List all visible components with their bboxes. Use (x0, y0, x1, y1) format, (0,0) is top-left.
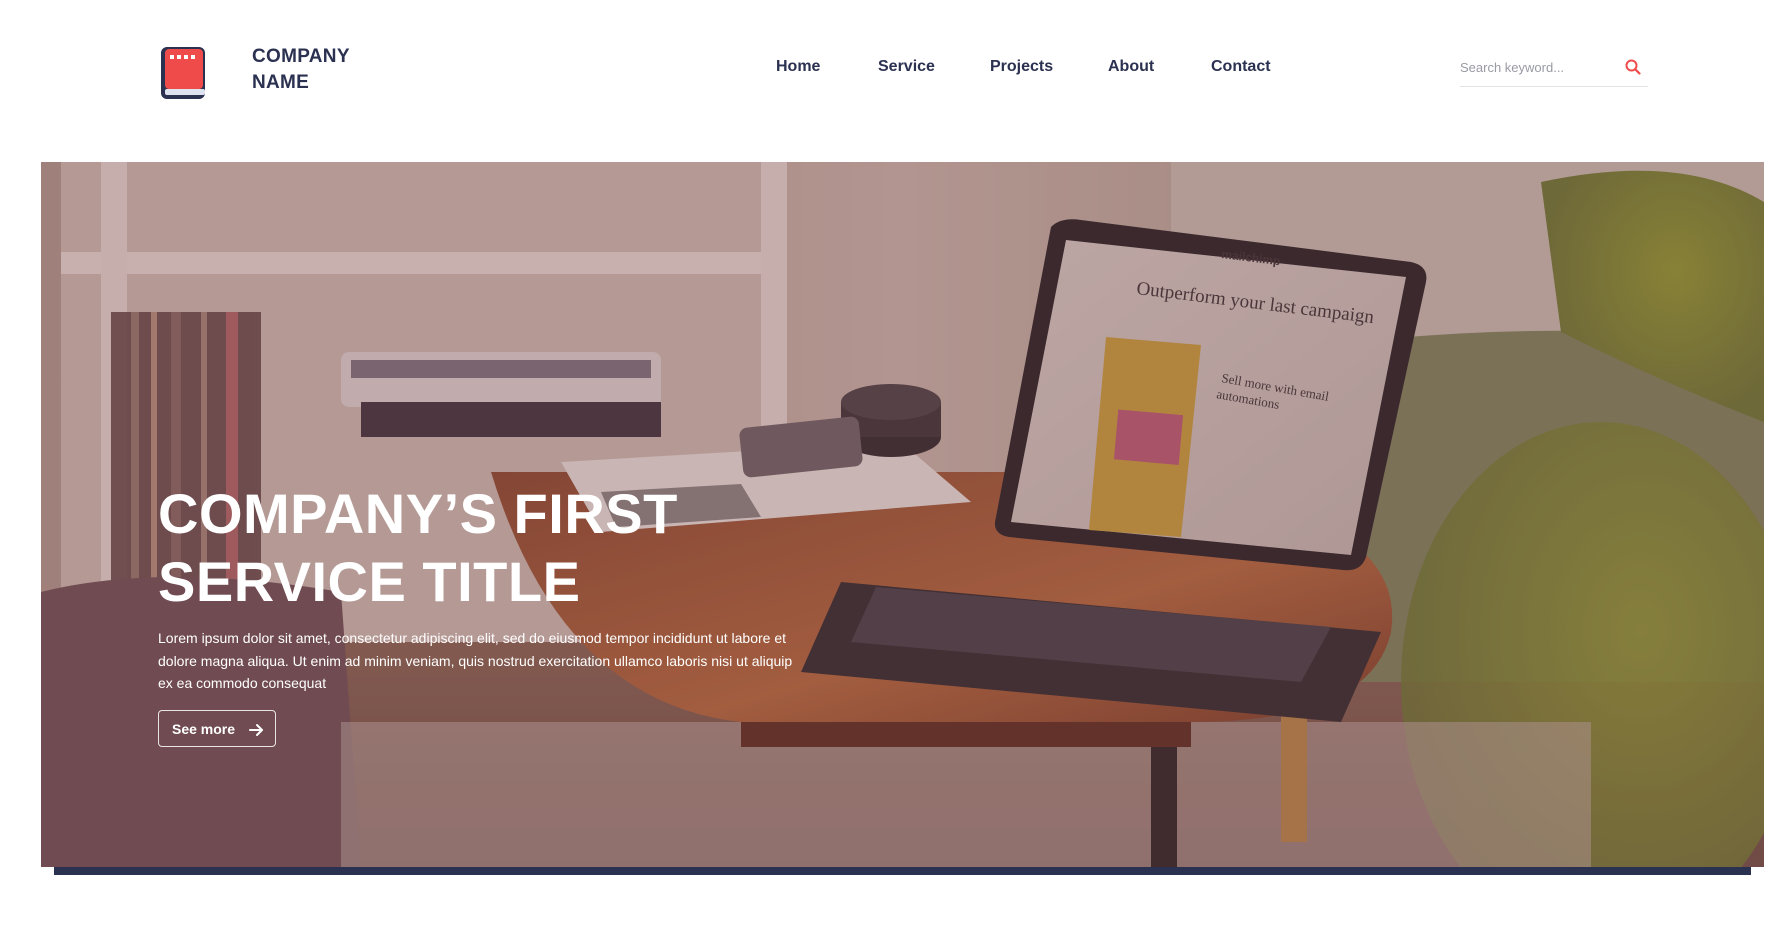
arrow-right-icon (249, 724, 263, 736)
nav-item-home[interactable]: Home (776, 58, 820, 76)
see-more-label: See more (172, 721, 236, 737)
hero-title-line1: COMPANY’S FIRST (158, 482, 678, 545)
hero-bottom-bar (54, 867, 1751, 875)
nav-item-contact[interactable]: Contact (1211, 58, 1271, 76)
search-icon[interactable] (1624, 58, 1642, 76)
company-name-line2: NAME (252, 72, 310, 93)
site-header: COMPANY NAME Home Service Projects About… (0, 0, 1790, 162)
hero-title: COMPANY’S FIRST SERVICE TITLE (158, 480, 878, 616)
company-name[interactable]: COMPANY NAME (252, 44, 350, 96)
hero-description: Lorem ipsum dolor sit amet, consectetur … (158, 630, 793, 691)
nav-item-service[interactable]: Service (878, 58, 935, 76)
see-more-button[interactable]: See more (158, 710, 276, 747)
nav-item-about[interactable]: About (1108, 58, 1154, 76)
hero-title-line2: SERVICE TITLE (158, 550, 581, 613)
hero-banner: Outperform your last campaign mailchimp … (41, 162, 1764, 867)
nav-item-projects[interactable]: Projects (990, 58, 1053, 76)
book-icon[interactable] (159, 43, 209, 103)
search-input[interactable] (1460, 56, 1620, 78)
search-box (1460, 52, 1648, 87)
company-name-line1: COMPANY (252, 46, 350, 67)
